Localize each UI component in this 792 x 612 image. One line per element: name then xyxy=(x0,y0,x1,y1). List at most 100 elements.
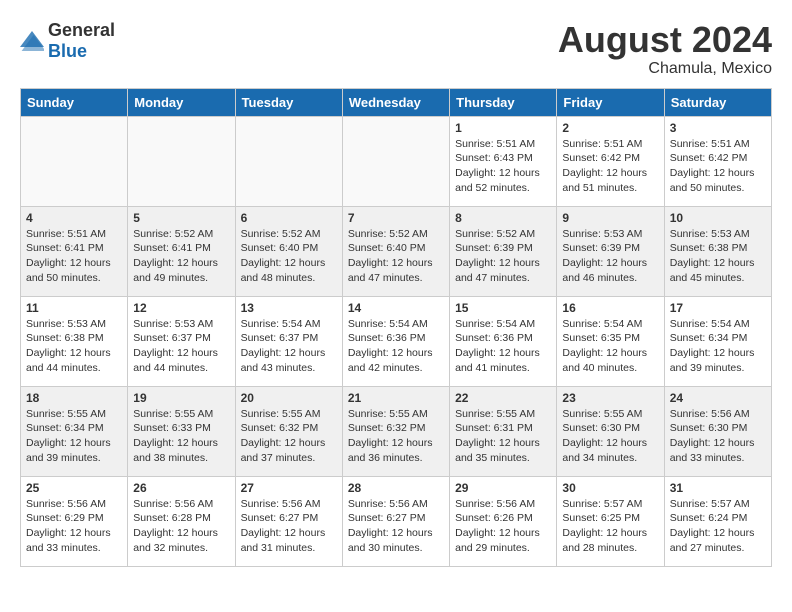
day-info: Sunrise: 5:55 AM Sunset: 6:30 PM Dayligh… xyxy=(562,407,658,466)
calendar-cell xyxy=(235,116,342,206)
calendar-cell: 26 Sunrise: 5:56 AM Sunset: 6:28 PM Dayli… xyxy=(128,476,235,566)
calendar-cell: 29 Sunrise: 5:56 AM Sunset: 6:26 PM Dayli… xyxy=(450,476,557,566)
calendar-cell: 16 Sunrise: 5:54 AM Sunset: 6:35 PM Dayli… xyxy=(557,296,664,386)
calendar-cell: 24Sunrise: 5:56 AM Sunset: 6:30 PM Dayli… xyxy=(664,386,771,476)
month-year-title: August 2024 xyxy=(558,20,772,60)
day-number: 27 xyxy=(241,481,337,495)
day-info: Sunrise: 5:53 AM Sunset: 6:39 PM Dayligh… xyxy=(562,227,658,286)
day-number: 22 xyxy=(455,391,551,405)
calendar-cell: 27 Sunrise: 5:56 AM Sunset: 6:27 PM Dayli… xyxy=(235,476,342,566)
calendar-cell: 4 Sunrise: 5:51 AM Sunset: 6:41 PM Daylig… xyxy=(21,206,128,296)
day-info: Sunrise: 5:54 AM Sunset: 6:34 PM Dayligh… xyxy=(670,317,766,376)
day-info: Sunrise: 5:57 AM Sunset: 6:25 PM Dayligh… xyxy=(562,497,658,556)
calendar-body: 1 Sunrise: 5:51 AM Sunset: 6:43 PM Daylig… xyxy=(21,116,772,566)
day-number: 16 xyxy=(562,301,658,315)
calendar-cell xyxy=(21,116,128,206)
calendar-cell: 19 Sunrise: 5:55 AM Sunset: 6:33 PM Dayli… xyxy=(128,386,235,476)
day-number: 13 xyxy=(241,301,337,315)
calendar-cell: 28Sunrise: 5:56 AM Sunset: 6:27 PM Dayli… xyxy=(342,476,449,566)
day-number: 29 xyxy=(455,481,551,495)
day-info: Sunrise: 5:51 AM Sunset: 6:43 PM Dayligh… xyxy=(455,137,551,196)
calendar-header: Sunday Monday Tuesday Wednesday Thursday… xyxy=(21,88,772,116)
day-number: 18 xyxy=(26,391,122,405)
day-info: Sunrise: 5:55 AM Sunset: 6:32 PM Dayligh… xyxy=(348,407,444,466)
calendar-cell: 31 Sunrise: 5:57 AM Sunset: 6:24 PM Dayli… xyxy=(664,476,771,566)
day-number: 25 xyxy=(26,481,122,495)
title-area: August 2024 Chamula, Mexico xyxy=(558,20,772,78)
day-info: Sunrise: 5:56 AM Sunset: 6:30 PM Dayligh… xyxy=(670,407,766,466)
day-info: Sunrise: 5:52 AM Sunset: 6:40 PM Dayligh… xyxy=(241,227,337,286)
calendar-table: Sunday Monday Tuesday Wednesday Thursday… xyxy=(20,88,772,567)
day-info: Sunrise: 5:53 AM Sunset: 6:38 PM Dayligh… xyxy=(26,317,122,376)
day-info: Sunrise: 5:56 AM Sunset: 6:27 PM Dayligh… xyxy=(241,497,337,556)
calendar-cell: 30 Sunrise: 5:57 AM Sunset: 6:25 PM Dayli… xyxy=(557,476,664,566)
calendar-cell: 21Sunrise: 5:55 AM Sunset: 6:32 PM Dayli… xyxy=(342,386,449,476)
header: General Blue August 2024 Chamula, Mexico xyxy=(20,20,772,78)
header-wednesday: Wednesday xyxy=(342,88,449,116)
calendar-cell: 23 Sunrise: 5:55 AM Sunset: 6:30 PM Dayli… xyxy=(557,386,664,476)
week-row-2: 4 Sunrise: 5:51 AM Sunset: 6:41 PM Daylig… xyxy=(21,206,772,296)
day-number: 26 xyxy=(133,481,229,495)
day-number: 30 xyxy=(562,481,658,495)
day-number: 15 xyxy=(455,301,551,315)
day-info: Sunrise: 5:56 AM Sunset: 6:26 PM Dayligh… xyxy=(455,497,551,556)
day-number: 19 xyxy=(133,391,229,405)
calendar-cell: 11 Sunrise: 5:53 AM Sunset: 6:38 PM Dayli… xyxy=(21,296,128,386)
calendar-cell: 5 Sunrise: 5:52 AM Sunset: 6:41 PM Daylig… xyxy=(128,206,235,296)
day-info: Sunrise: 5:51 AM Sunset: 6:41 PM Dayligh… xyxy=(26,227,122,286)
day-info: Sunrise: 5:55 AM Sunset: 6:33 PM Dayligh… xyxy=(133,407,229,466)
day-info: Sunrise: 5:57 AM Sunset: 6:24 PM Dayligh… xyxy=(670,497,766,556)
week-row-5: 25 Sunrise: 5:56 AM Sunset: 6:29 PM Dayli… xyxy=(21,476,772,566)
day-info: Sunrise: 5:54 AM Sunset: 6:35 PM Dayligh… xyxy=(562,317,658,376)
day-number: 3 xyxy=(670,121,766,135)
day-number: 7 xyxy=(348,211,444,225)
header-friday: Friday xyxy=(557,88,664,116)
day-info: Sunrise: 5:55 AM Sunset: 6:34 PM Dayligh… xyxy=(26,407,122,466)
logo-blue: Blue xyxy=(48,41,87,61)
day-number: 5 xyxy=(133,211,229,225)
calendar-cell: 14 Sunrise: 5:54 AM Sunset: 6:36 PM Dayli… xyxy=(342,296,449,386)
day-info: Sunrise: 5:56 AM Sunset: 6:28 PM Dayligh… xyxy=(133,497,229,556)
calendar-cell xyxy=(128,116,235,206)
logo-text: General Blue xyxy=(48,20,115,62)
day-number: 14 xyxy=(348,301,444,315)
day-info: Sunrise: 5:56 AM Sunset: 6:29 PM Dayligh… xyxy=(26,497,122,556)
day-info: Sunrise: 5:51 AM Sunset: 6:42 PM Dayligh… xyxy=(670,137,766,196)
calendar-cell: 12 Sunrise: 5:53 AM Sunset: 6:37 PM Dayli… xyxy=(128,296,235,386)
day-number: 23 xyxy=(562,391,658,405)
day-info: Sunrise: 5:51 AM Sunset: 6:42 PM Dayligh… xyxy=(562,137,658,196)
calendar-cell: 20Sunrise: 5:55 AM Sunset: 6:32 PM Dayli… xyxy=(235,386,342,476)
weekday-header-row: Sunday Monday Tuesday Wednesday Thursday… xyxy=(21,88,772,116)
calendar-cell: 3 Sunrise: 5:51 AM Sunset: 6:42 PM Daylig… xyxy=(664,116,771,206)
day-number: 10 xyxy=(670,211,766,225)
calendar-cell: 6 Sunrise: 5:52 AM Sunset: 6:40 PM Daylig… xyxy=(235,206,342,296)
day-number: 8 xyxy=(455,211,551,225)
day-number: 12 xyxy=(133,301,229,315)
day-number: 1 xyxy=(455,121,551,135)
day-number: 6 xyxy=(241,211,337,225)
calendar-cell: 8Sunrise: 5:52 AM Sunset: 6:39 PM Daylig… xyxy=(450,206,557,296)
day-info: Sunrise: 5:54 AM Sunset: 6:36 PM Dayligh… xyxy=(348,317,444,376)
calendar-cell: 10Sunrise: 5:53 AM Sunset: 6:38 PM Dayli… xyxy=(664,206,771,296)
header-monday: Monday xyxy=(128,88,235,116)
calendar-cell: 9Sunrise: 5:53 AM Sunset: 6:39 PM Daylig… xyxy=(557,206,664,296)
day-number: 11 xyxy=(26,301,122,315)
day-info: Sunrise: 5:52 AM Sunset: 6:40 PM Dayligh… xyxy=(348,227,444,286)
calendar-cell: 25 Sunrise: 5:56 AM Sunset: 6:29 PM Dayli… xyxy=(21,476,128,566)
week-row-1: 1 Sunrise: 5:51 AM Sunset: 6:43 PM Daylig… xyxy=(21,116,772,206)
day-info: Sunrise: 5:53 AM Sunset: 6:37 PM Dayligh… xyxy=(133,317,229,376)
day-info: Sunrise: 5:56 AM Sunset: 6:27 PM Dayligh… xyxy=(348,497,444,556)
calendar-cell: 13Sunrise: 5:54 AM Sunset: 6:37 PM Dayli… xyxy=(235,296,342,386)
logo: General Blue xyxy=(20,20,115,62)
week-row-3: 11 Sunrise: 5:53 AM Sunset: 6:38 PM Dayli… xyxy=(21,296,772,386)
calendar-cell xyxy=(342,116,449,206)
calendar-cell: 17 Sunrise: 5:54 AM Sunset: 6:34 PM Dayli… xyxy=(664,296,771,386)
day-number: 17 xyxy=(670,301,766,315)
day-info: Sunrise: 5:52 AM Sunset: 6:41 PM Dayligh… xyxy=(133,227,229,286)
day-number: 4 xyxy=(26,211,122,225)
calendar-cell: 2Sunrise: 5:51 AM Sunset: 6:42 PM Daylig… xyxy=(557,116,664,206)
calendar-cell: 15Sunrise: 5:54 AM Sunset: 6:36 PM Dayli… xyxy=(450,296,557,386)
location-subtitle: Chamula, Mexico xyxy=(558,60,772,78)
day-number: 31 xyxy=(670,481,766,495)
week-row-4: 18 Sunrise: 5:55 AM Sunset: 6:34 PM Dayli… xyxy=(21,386,772,476)
